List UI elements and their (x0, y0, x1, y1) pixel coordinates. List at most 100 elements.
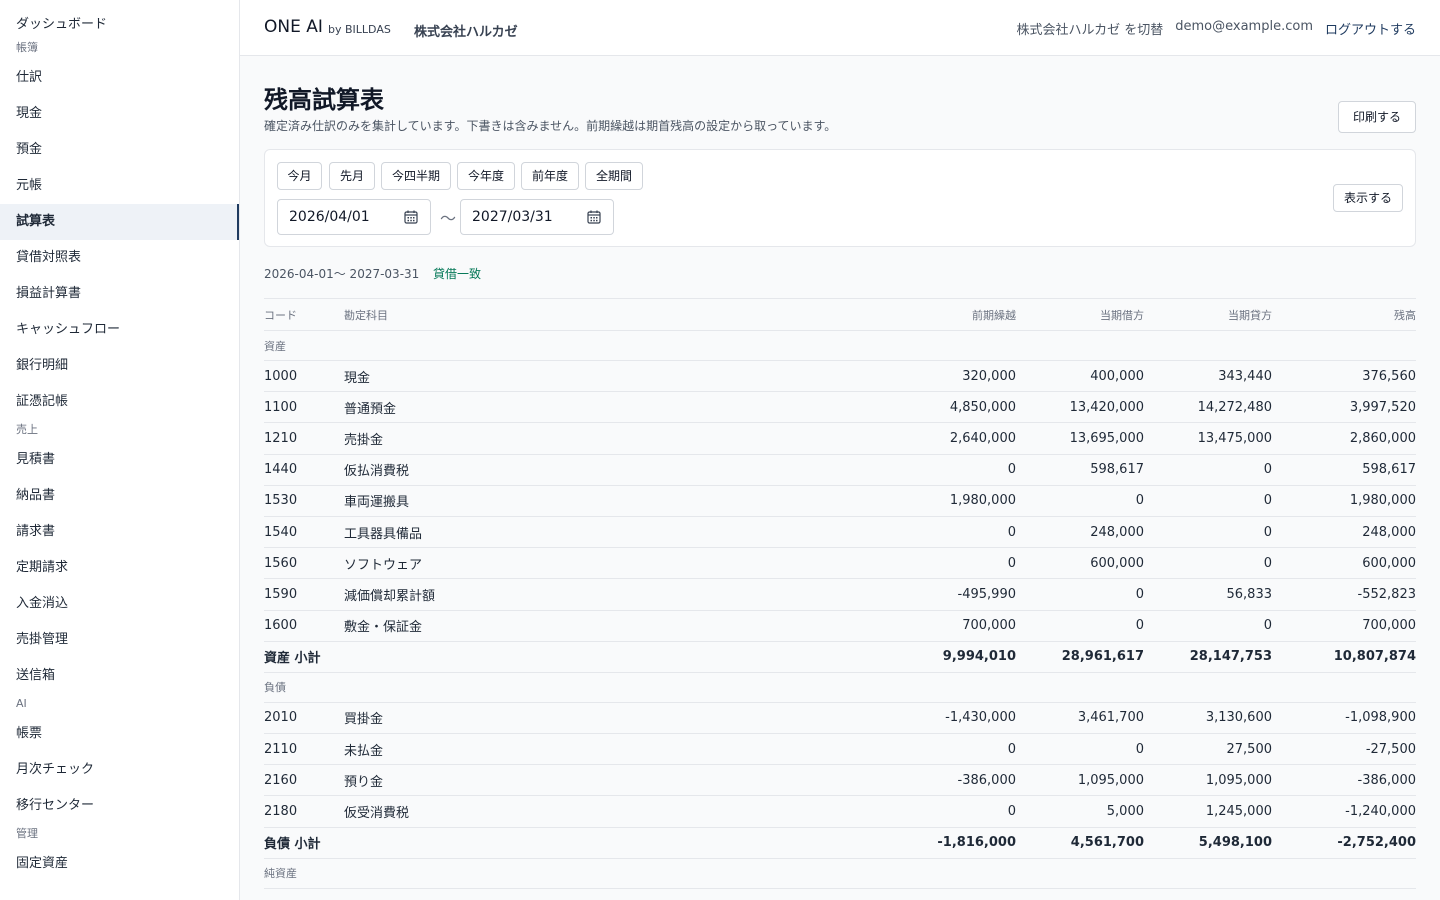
trial-balance-table: コード 勘定科目 前期繰越 当期借方 当期貸方 残高 資産 1000 現金 320,0… (264, 298, 1416, 889)
preset-this-quarter[interactable]: 今四半期 (381, 162, 451, 190)
cell-debit: 600,000 (1090, 555, 1144, 571)
cell-credit: 14,272,480 (1197, 399, 1272, 415)
sidebar-item[interactable]: 請求書 (0, 514, 239, 550)
cell-debit: 3,461,700 (1077, 710, 1144, 726)
section-label: 資産 (264, 339, 286, 353)
cell-account: 預り金 (344, 774, 384, 790)
header-opening: 前期繰越 (972, 308, 1016, 322)
cell-balance: -1,098,900 (1345, 710, 1416, 726)
sidebar-item[interactable]: 納品書 (0, 478, 239, 514)
date-from-value: 2026/04/01 (289, 209, 370, 225)
switch-company-link[interactable]: 株式会社ハルカゼ を切替 (1017, 19, 1164, 38)
sidebar-item[interactable]: 損益計算書 (0, 276, 239, 312)
date-to-value: 2027/03/31 (472, 209, 553, 225)
sidebar-item[interactable]: ダッシュボード (0, 12, 239, 38)
header-account: 勘定科目 (344, 308, 388, 322)
sidebar-item[interactable]: 試算表 (0, 204, 239, 240)
sidebar: ダッシュボード帳簿仕訳 現金 預金 元帳 試算表 貸借対照表 損益計算書 キャッシュフロー 銀行… (0, 0, 240, 900)
cell-opening: 2,640,000 (949, 430, 1016, 446)
cell-balance: -1,240,000 (1345, 804, 1416, 820)
sidebar-item[interactable]: 貸借対照表 (0, 240, 239, 276)
table-row[interactable]: 1210 売掛金 2,640,000 13,695,000 13,475,000 2,86… (264, 423, 1416, 455)
cell-account: 敷金・保証金 (344, 620, 423, 636)
sidebar-item[interactable]: 仕訳 (0, 60, 239, 96)
cell-debit: 5,000 (1106, 804, 1144, 820)
cell-balance: 2,860,000 (1349, 430, 1416, 446)
sidebar-item[interactable]: 現金 (0, 96, 239, 132)
cell-opening: 4,850,000 (949, 399, 1016, 415)
table-row[interactable]: 1000 現金 320,000 400,000 343,440 376,560 (264, 361, 1416, 393)
sidebar-item[interactable]: 固定資産 (0, 846, 239, 882)
cell-credit: 0 (1263, 618, 1272, 634)
table-row[interactable]: 1440 仮払消費税 0 598,617 0 598,617 (264, 455, 1416, 486)
sidebar-item[interactable]: 入金消込 (0, 586, 239, 622)
logout-link[interactable]: ログアウトする (1325, 19, 1416, 38)
cell-opening: 9,994,010 (942, 649, 1016, 665)
cell-debit: 13,695,000 (1069, 430, 1144, 446)
cell-opening: 0 (1007, 804, 1016, 820)
cell-balance: -386,000 (1357, 772, 1416, 788)
cell-account: 売掛金 (344, 432, 384, 448)
sidebar-item[interactable]: 見積書 (0, 442, 239, 478)
calendar-icon[interactable] (404, 210, 418, 224)
sidebar-item[interactable]: 証憑記帳 (0, 384, 239, 420)
cell-opening: 320,000 (962, 368, 1016, 384)
cell-opening: 1,980,000 (949, 493, 1016, 509)
sidebar-item[interactable]: 月次チェック (0, 752, 239, 788)
cell-account: 車両運搬具 (344, 495, 410, 511)
show-button[interactable]: 表示する (1333, 184, 1403, 212)
cell-code: 1100 (264, 399, 298, 415)
preset-this-fiscal-year[interactable]: 今年度 (457, 162, 515, 190)
cell-code: 2110 (264, 741, 298, 757)
table-row[interactable]: 1530 車両運搬具 1,980,000 0 0 1,980,000 (264, 486, 1416, 517)
cell-debit: 13,420,000 (1069, 399, 1144, 415)
sidebar-item[interactable]: 移行センター (0, 788, 239, 824)
table-row[interactable]: 1100 普通預金 4,850,000 13,420,000 14,272,480 3,9… (264, 392, 1416, 424)
company-name: 株式会社ハルカゼ (414, 25, 518, 40)
table-row[interactable]: 1590 減価償却累計額 -495,990 0 56,833 -552,823 (264, 579, 1416, 611)
page-title: 残高試算表 (264, 86, 384, 114)
cell-code: 負債 小計 (264, 837, 321, 853)
table-row[interactable]: 2110 未払金 0 0 27,500 -27,500 (264, 734, 1416, 766)
sidebar-item[interactable]: 銀行明細 (0, 348, 239, 384)
cell-code: 資産 小計 (264, 651, 321, 667)
preset-last-fiscal-year[interactable]: 前年度 (521, 162, 579, 190)
sidebar-item[interactable]: キャッシュフロー (0, 312, 239, 348)
sidebar-item[interactable]: 定期請求 (0, 550, 239, 586)
cell-code: 1590 (264, 586, 298, 602)
table-row[interactable]: 2010 買掛金 -1,430,000 3,461,700 3,130,600 -1,09… (264, 703, 1416, 735)
sidebar-item[interactable]: 帳票 (0, 716, 239, 752)
cell-code: 1530 (264, 493, 298, 509)
calendar-icon[interactable] (587, 210, 601, 224)
table-row[interactable]: 1560 ソフトウェア 0 600,000 0 600,000 (264, 548, 1416, 580)
sidebar-item[interactable]: 元帳 (0, 168, 239, 204)
table-row[interactable]: 2180 仮受消費税 0 5,000 1,245,000 -1,240,000 (264, 796, 1416, 828)
cell-opening: -1,430,000 (945, 710, 1016, 726)
preset-all-period[interactable]: 全期間 (585, 162, 643, 190)
range-summary: 2026-04-01〜 2027-03-31 (264, 267, 420, 281)
preset-this-month[interactable]: 今月 (277, 162, 322, 190)
cell-credit: 0 (1263, 462, 1272, 478)
brand-logo[interactable]: ONE AI (264, 17, 323, 37)
sidebar-item[interactable]: 預金 (0, 132, 239, 168)
cell-code: 1000 (264, 368, 298, 384)
date-from-input[interactable]: 2026/04/01 (277, 199, 431, 235)
cell-account: 減価償却累計額 (344, 588, 436, 604)
sidebar-item[interactable]: 売掛管理 (0, 622, 239, 658)
cell-credit: 5,498,100 (1198, 835, 1272, 851)
cell-credit: 13,475,000 (1197, 430, 1272, 446)
header-code: コード (264, 308, 297, 322)
date-to-input[interactable]: 2027/03/31 (460, 199, 614, 235)
cell-debit: 248,000 (1090, 524, 1144, 540)
table-row[interactable]: 1600 敷金・保証金 700,000 0 0 700,000 (264, 611, 1416, 642)
table-section-row: 純資産 (264, 859, 1416, 889)
cell-account: 工具器具備品 (344, 526, 423, 542)
sidebar-section-label: 管理 (16, 827, 38, 840)
print-button[interactable]: 印刷する (1338, 101, 1416, 133)
preset-last-month[interactable]: 先月 (329, 162, 375, 190)
cell-balance: 600,000 (1362, 555, 1416, 571)
table-row[interactable]: 1540 工具器具備品 0 248,000 0 248,000 (264, 517, 1416, 549)
sidebar-section-label: 帳簿 (16, 41, 38, 54)
table-row[interactable]: 2160 預り金 -386,000 1,095,000 1,095,000 -386,00… (264, 765, 1416, 797)
sidebar-item[interactable]: 送信箱 (0, 658, 239, 694)
